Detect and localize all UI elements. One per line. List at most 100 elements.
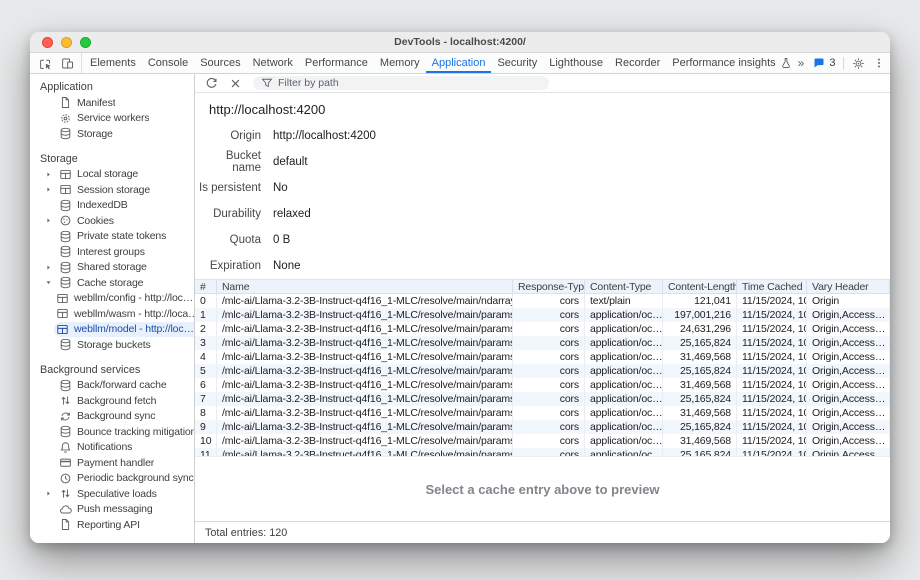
- devtools-window: DevTools - localhost:4200/ Elements Cons…: [30, 32, 890, 543]
- sidebar-item-speculative-loads[interactable]: Speculative loads: [30, 486, 194, 502]
- sidebar-item-cache-storage[interactable]: Cache storage: [30, 275, 194, 291]
- tab-performance-insights[interactable]: Performance insights: [666, 53, 797, 73]
- sidebar-item-payment-handler[interactable]: Payment handler: [30, 455, 194, 471]
- tab-network[interactable]: Network: [247, 53, 299, 73]
- inspect-cursor-icon[interactable]: [39, 57, 52, 70]
- tab-security[interactable]: Security: [491, 53, 543, 73]
- sidebar-item-reporting-api[interactable]: Reporting API: [30, 517, 194, 533]
- table-row[interactable]: 0/mlc-ai/Llama-3.2-3B-Instruct-q4f16_1-M…: [195, 294, 890, 308]
- table-row[interactable]: 2/mlc-ai/Llama-3.2-3B-Instruct-q4f16_1-M…: [195, 322, 890, 336]
- chevron-right-icon[interactable]: [45, 264, 52, 271]
- column-header-content-length[interactable]: Content-Length: [663, 280, 737, 293]
- up-down-arrows-icon: [59, 487, 72, 500]
- meta-row-expiration: ExpirationNone: [195, 253, 890, 279]
- refresh-icon: [205, 77, 218, 90]
- column-header-time-cached[interactable]: Time Cached: [737, 280, 807, 293]
- settings-gear-icon[interactable]: [852, 57, 865, 70]
- window-title: DevTools - localhost:4200/: [30, 36, 890, 48]
- database-icon: [59, 199, 72, 212]
- total-entries-label: Total entries: 120: [205, 527, 287, 539]
- tab-elements[interactable]: Elements: [84, 53, 142, 73]
- sidebar-item-shared-storage[interactable]: Shared storage: [30, 260, 194, 276]
- filter-field[interactable]: [253, 76, 549, 90]
- sidebar-item-storage-buckets[interactable]: Storage buckets: [30, 337, 194, 353]
- sidebar-item-background-sync[interactable]: Background sync: [30, 409, 194, 425]
- sidebar-item-webllm-model[interactable]: webllm/model - http://loc…: [54, 322, 194, 338]
- table-row[interactable]: 8/mlc-ai/Llama-3.2-3B-Instruct-q4f16_1-M…: [195, 406, 890, 420]
- column-header-content-type[interactable]: Content-Type: [585, 280, 663, 293]
- refresh-button[interactable]: [205, 77, 218, 90]
- tab-recorder[interactable]: Recorder: [609, 53, 666, 73]
- tab-sources[interactable]: Sources: [194, 53, 246, 73]
- sidebar-item-back-forward-cache[interactable]: Back/forward cache: [30, 378, 194, 394]
- table-icon: [59, 168, 72, 181]
- table-row[interactable]: 4/mlc-ai/Llama-3.2-3B-Instruct-q4f16_1-M…: [195, 350, 890, 364]
- table-row[interactable]: 5/mlc-ai/Llama-3.2-3B-Instruct-q4f16_1-M…: [195, 364, 890, 378]
- tab-memory[interactable]: Memory: [374, 53, 426, 73]
- delete-selected-button[interactable]: [229, 77, 242, 90]
- table-icon: [59, 183, 72, 196]
- issues-button[interactable]: 3: [813, 57, 835, 69]
- sidebar-item-session-storage[interactable]: Session storage: [30, 182, 194, 198]
- more-tabs-button[interactable]: »: [798, 56, 806, 70]
- meta-row-origin: Originhttp://localhost:4200: [195, 123, 890, 149]
- document-icon: [59, 518, 72, 531]
- device-toolbar-icon[interactable]: [61, 57, 74, 70]
- chevron-right-icon[interactable]: [45, 490, 52, 497]
- table-row[interactable]: 1/mlc-ai/Llama-3.2-3B-Instruct-q4f16_1-M…: [195, 308, 890, 322]
- sidebar-item-storage[interactable]: Storage: [30, 126, 194, 142]
- sidebar-item-periodic-background-sync[interactable]: Periodic background sync: [30, 471, 194, 487]
- database-icon: [59, 127, 72, 140]
- column-header-name[interactable]: Name: [217, 280, 513, 293]
- table-row[interactable]: 9/mlc-ai/Llama-3.2-3B-Instruct-q4f16_1-M…: [195, 420, 890, 434]
- sidebar-item-interest-groups[interactable]: Interest groups: [30, 244, 194, 260]
- table-row[interactable]: 3/mlc-ai/Llama-3.2-3B-Instruct-q4f16_1-M…: [195, 336, 890, 350]
- issues-count: 3: [829, 57, 835, 69]
- cache-metadata: Originhttp://localhost:4200 Bucket named…: [195, 123, 890, 279]
- meta-row-is-persistent: Is persistentNo: [195, 175, 890, 201]
- kebab-menu-icon[interactable]: [873, 57, 885, 69]
- meta-row-quota: Quota0 B: [195, 227, 890, 253]
- divider: [843, 57, 844, 70]
- column-header-response-type[interactable]: Response-Type: [513, 280, 585, 293]
- status-bar: Total entries: 120: [195, 521, 890, 543]
- sidebar-item-private-state-tokens[interactable]: Private state tokens: [30, 229, 194, 245]
- tab-application[interactable]: Application: [426, 53, 492, 73]
- table-row[interactable]: 10/mlc-ai/Llama-3.2-3B-Instruct-q4f16_1-…: [195, 434, 890, 448]
- database-icon: [59, 338, 72, 351]
- tab-performance[interactable]: Performance: [299, 53, 374, 73]
- table-row[interactable]: 7/mlc-ai/Llama-3.2-3B-Instruct-q4f16_1-M…: [195, 392, 890, 406]
- sidebar-item-push-messaging[interactable]: Push messaging: [30, 502, 194, 518]
- sidebar-item-notifications[interactable]: Notifications: [30, 440, 194, 456]
- chevron-down-icon[interactable]: [45, 279, 52, 286]
- bell-icon: [59, 441, 72, 454]
- chevron-right-icon[interactable]: [45, 217, 52, 224]
- sidebar-item-indexeddb[interactable]: IndexedDB: [30, 198, 194, 214]
- database-icon: [59, 261, 72, 274]
- sidebar-item-bounce-tracking-mitigations[interactable]: Bounce tracking mitigations: [30, 424, 194, 440]
- column-header-vary-header[interactable]: Vary Header: [807, 280, 890, 293]
- column-header-index[interactable]: #: [195, 280, 217, 293]
- sidebar-item-manifest[interactable]: Manifest: [30, 95, 194, 111]
- sidebar-item-webllm-wasm[interactable]: webllm/wasm - http://loca…: [30, 306, 194, 322]
- preview-message: Select a cache entry above to preview: [425, 482, 659, 497]
- table-row[interactable]: 11/mlc-ai/Llama-3.2-3B-Instruct-q4f16_1-…: [195, 448, 890, 456]
- cloud-icon: [59, 503, 72, 516]
- meta-row-bucket-name: Bucket namedefault: [195, 149, 890, 175]
- sidebar-item-background-fetch[interactable]: Background fetch: [30, 393, 194, 409]
- table-row[interactable]: 6/mlc-ai/Llama-3.2-3B-Instruct-q4f16_1-M…: [195, 378, 890, 392]
- sidebar-item-local-storage[interactable]: Local storage: [30, 167, 194, 183]
- cookie-icon: [59, 214, 72, 227]
- tab-console[interactable]: Console: [142, 53, 194, 73]
- meta-row-durability: Durabilityrelaxed: [195, 201, 890, 227]
- sidebar-item-service-workers[interactable]: Service workers: [30, 111, 194, 127]
- chevron-right-icon[interactable]: [45, 186, 52, 193]
- service-worker-gear-icon: [59, 112, 72, 125]
- filter-input[interactable]: [278, 77, 541, 89]
- table-rows-viewport[interactable]: 0/mlc-ai/Llama-3.2-3B-Instruct-q4f16_1-M…: [195, 294, 890, 456]
- tab-lighthouse[interactable]: Lighthouse: [543, 53, 609, 73]
- chevron-right-icon[interactable]: [45, 171, 52, 178]
- sidebar-item-webllm-config[interactable]: webllm/config - http://loc…: [30, 291, 194, 307]
- sidebar-item-cookies[interactable]: Cookies: [30, 213, 194, 229]
- close-icon: [229, 77, 242, 90]
